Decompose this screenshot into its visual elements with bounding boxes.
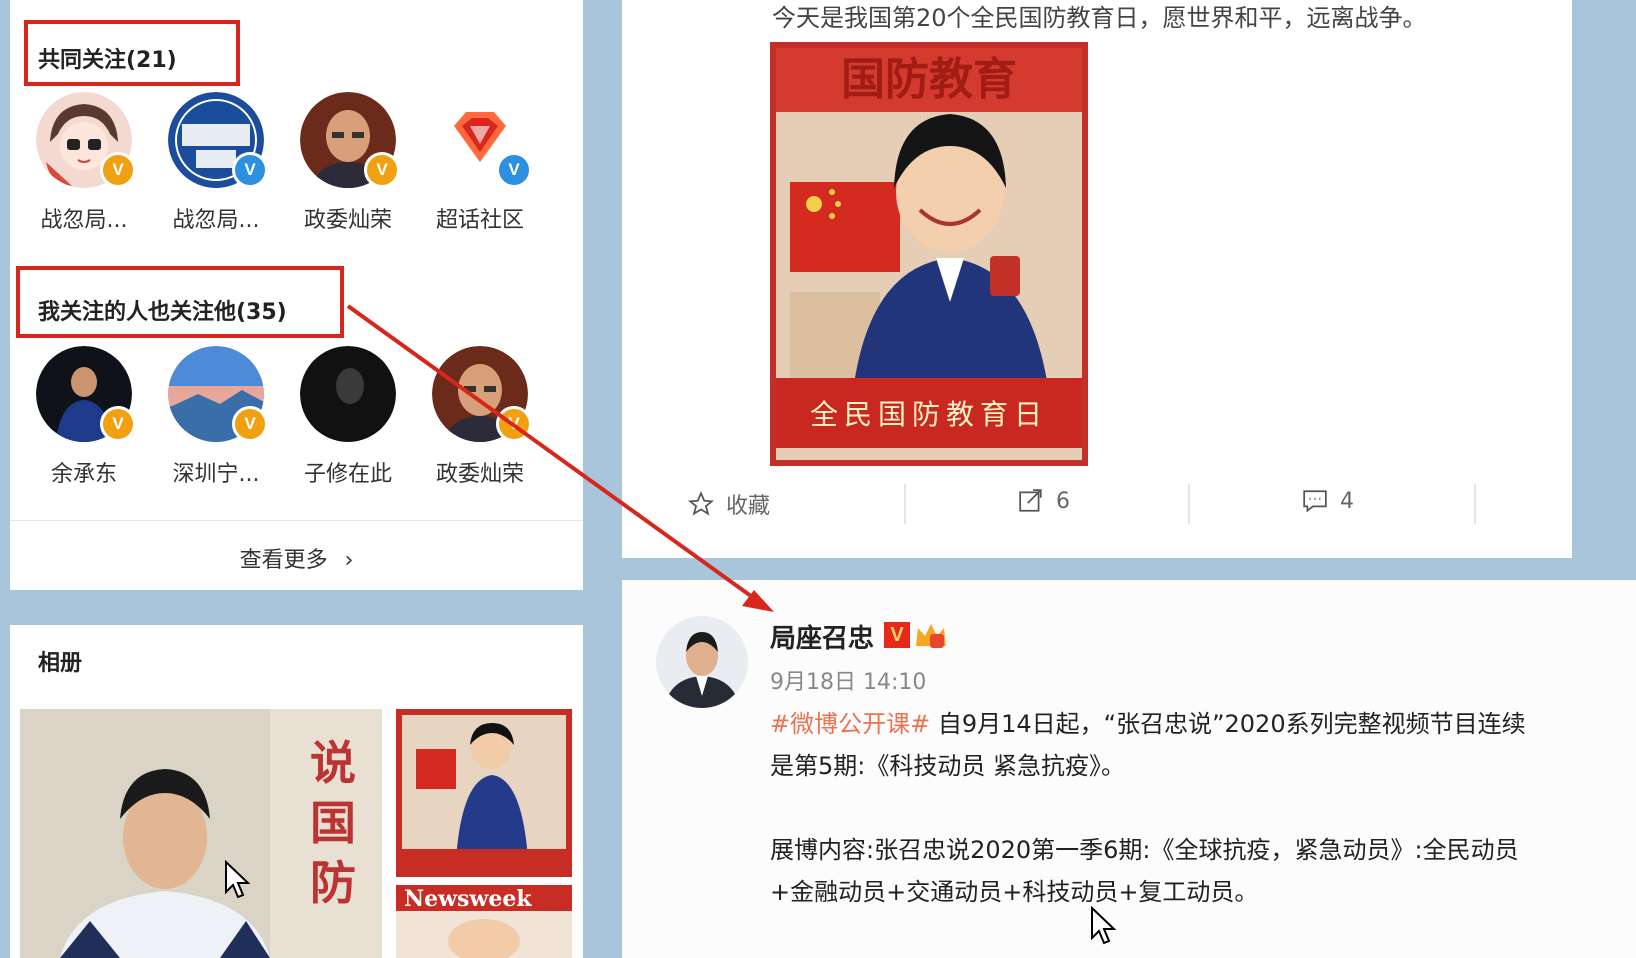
comment-count: 4 (1340, 488, 1354, 514)
avatar[interactable]: V (432, 346, 532, 442)
verified-badge-icon: V (496, 152, 532, 188)
post-body-line-4: +金融动员+交通动员+科技动员+复工动员。 (770, 878, 1259, 906)
svg-text:说: 说 (310, 736, 356, 790)
verified-badge-icon: V (100, 406, 136, 442)
repost-button[interactable]: 6 (1018, 488, 1070, 514)
followed-user-2[interactable]: V 深圳宁... (156, 346, 276, 488)
svg-text:国: 国 (310, 796, 356, 850)
mutual-user-2[interactable]: V 战忽局... (156, 92, 276, 234)
dark-portrait-avatar-icon (300, 346, 396, 442)
user-name[interactable]: 深圳宁... (156, 456, 276, 488)
mouse-cursor-icon (1091, 906, 1117, 945)
user-name[interactable]: 政委灿荣 (288, 202, 408, 234)
avatar[interactable]: V (36, 346, 136, 442)
album-panel: 相册 说 国 防 Newsweek (10, 625, 583, 958)
post-body-line-2: 是第5期:《科技动员 紧急抗疫》。 (770, 752, 1125, 780)
star-icon (688, 491, 714, 516)
mutual-user-4[interactable]: V 超话社区 (420, 92, 540, 234)
user-name[interactable]: 战忽局... (24, 202, 144, 234)
album-photo-poster[interactable] (396, 709, 572, 877)
user-name[interactable]: 子修在此 (288, 456, 408, 488)
user-name[interactable]: 政委灿荣 (420, 456, 540, 488)
see-more-label: 查看更多 (239, 548, 328, 573)
post-body-line-1: #微博公开课# 自9月14日起，“张召忠说”2020系列完整视频节目连续 (770, 704, 1526, 739)
crown-level-icon (916, 624, 946, 648)
svg-text:防: 防 (310, 856, 356, 910)
action-separator (1188, 484, 1190, 524)
poster-banner: 全民国防教育日 (810, 398, 1048, 431)
action-separator (904, 484, 906, 524)
followed-by-follows-title: 我关注的人也关注他(35) (38, 300, 287, 325)
poster-title: 国防教育 (841, 54, 1017, 105)
author-avatar[interactable] (656, 616, 748, 708)
mutual-user-3[interactable]: V 政委灿荣 (288, 92, 408, 234)
repost-icon (1019, 489, 1042, 512)
mouse-cursor-icon (225, 860, 251, 899)
mutual-follow-title: 共同关注(21) (38, 48, 177, 73)
svg-text:Newsweek: Newsweek (404, 886, 532, 912)
national-defense-poster-image[interactable]: 国防教育 全民国防教育日 (770, 42, 1088, 466)
comment-icon (1303, 490, 1327, 513)
verified-badge-icon: V (232, 152, 268, 188)
post-time[interactable]: 9月18日 14:10 (770, 664, 926, 696)
followed-user-3[interactable]: 子修在此 (288, 346, 408, 488)
followed-user-1[interactable]: V 余承东 (24, 346, 144, 488)
previous-post-card: 今天是我国第20个全民国防教育日，愿世界和平，远离战争。 国防教育 全民国防教育… (622, 0, 1572, 558)
relations-panel: 共同关注(21) V 战忽局... V 战忽局... V 政委灿荣 V 超话社区… (10, 0, 583, 590)
post-card: 局座召忠 V 9月18日 14:10 #微博公开课# 自9月14日起，“张召忠说… (622, 580, 1636, 958)
action-separator (1474, 484, 1476, 524)
repost-count: 6 (1056, 488, 1070, 514)
divider (10, 520, 583, 521)
user-name[interactable]: 超话社区 (420, 202, 540, 234)
verified-badge-icon: V (100, 152, 136, 188)
verified-badge-icon: V (496, 406, 532, 442)
mutual-user-1[interactable]: V 战忽局... (24, 92, 144, 234)
post-text: 今天是我国第20个全民国防教育日，愿世界和平，远离战争。 (772, 4, 1427, 32)
post-text: 自9月14日起，“张召忠说”2020系列完整视频节目连续 (930, 710, 1526, 738)
avatar[interactable]: V (432, 92, 532, 188)
chevron-right-icon: › (344, 548, 354, 573)
author-name[interactable]: 局座召忠 (770, 618, 874, 655)
verified-badge-icon: V (884, 622, 910, 648)
avatar[interactable]: V (36, 92, 136, 188)
favorite-label: 收藏 (726, 494, 771, 519)
verified-badge-icon: V (364, 152, 400, 188)
comment-button[interactable]: 4 (1302, 488, 1354, 514)
album-title: 相册 (38, 651, 83, 676)
user-name[interactable]: 余承东 (24, 456, 144, 488)
favorite-button[interactable]: 收藏 (688, 488, 770, 520)
avatar[interactable]: V (300, 92, 400, 188)
see-more-link[interactable]: 查看更多 › (10, 542, 583, 574)
album-photo-magazine[interactable]: Newsweek (396, 885, 572, 958)
topic-link[interactable]: #微博公开课# (770, 710, 930, 738)
user-name[interactable]: 战忽局... (156, 202, 276, 234)
followed-user-4[interactable]: V 政委灿荣 (420, 346, 540, 488)
avatar[interactable] (300, 346, 396, 442)
verified-badge-icon: V (232, 406, 268, 442)
avatar[interactable]: V (168, 346, 268, 442)
post-body-line-3: 展博内容:张召忠说2020第一季6期:《全球抗疫，紧急动员》:全民动员 (770, 836, 1519, 864)
album-photo-main[interactable]: 说 国 防 (20, 709, 382, 958)
avatar[interactable]: V (168, 92, 268, 188)
